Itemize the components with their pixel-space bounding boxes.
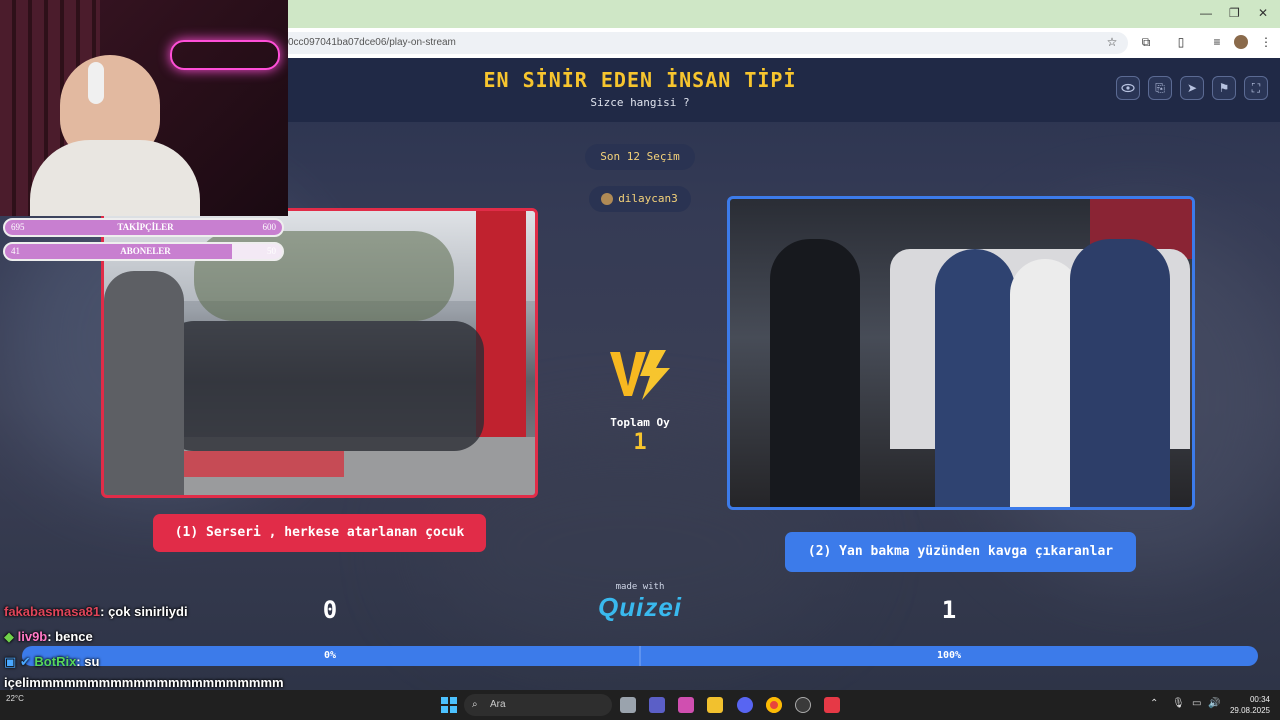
officer-3	[1070, 239, 1170, 507]
voter-pill: dilaycan3	[589, 186, 691, 212]
gem-badge-icon: ◆	[4, 629, 18, 644]
option-1-score: 0	[322, 596, 338, 624]
chat-text: : bence	[47, 629, 93, 644]
option-2-image[interactable]	[727, 196, 1195, 510]
minimize-button[interactable]: —	[1200, 6, 1212, 20]
media-control-icon[interactable]: ≡	[1209, 34, 1225, 50]
windows-start-icon[interactable]	[441, 697, 457, 713]
crowd	[164, 321, 484, 451]
eye-icon[interactable]	[1116, 76, 1140, 100]
person-backpack	[104, 271, 184, 495]
system-clock[interactable]: 00:34 29.08.2025	[1226, 694, 1270, 716]
restore-button[interactable]: ❐	[1229, 6, 1240, 20]
followers-goal: 600	[262, 222, 277, 232]
subscribers-goal-bar: 41 ABONELER 50	[3, 242, 284, 261]
voter-name: dilaycan3	[618, 192, 678, 205]
chat-text: : su	[76, 654, 100, 669]
red-pillar	[476, 211, 526, 471]
file-explorer-icon[interactable]	[707, 697, 723, 713]
option-1-caption[interactable]: (1) Serseri , herkese atarlanan çocuk	[153, 514, 486, 552]
headset-icon	[88, 62, 104, 104]
volume-icon[interactable]: 🔊	[1208, 698, 1220, 709]
made-with-label: made with	[615, 582, 665, 592]
chat-message: ▣ ✔ BotRix: su	[4, 654, 99, 670]
task-view-icon[interactable]	[620, 697, 636, 713]
taskbar: 22°C ⌕ Ara ⌃ 🎙 ▭ 🔊 00:34 29.08.2025	[0, 690, 1280, 720]
officer-2	[935, 249, 1015, 507]
app-icon[interactable]	[824, 697, 840, 713]
reading-mode-icon[interactable]: ▯	[1173, 34, 1189, 50]
address-bar[interactable]: 0cc097041ba07dce06/play-on-stream	[270, 32, 1128, 54]
chat-username: liv9b	[17, 629, 48, 644]
streamer-shirt	[30, 140, 200, 216]
fullscreen-icon[interactable]: ⛶	[1244, 76, 1268, 100]
clock-date: 29.08.2025	[1229, 706, 1270, 715]
stream-goals: 695 TAKİPÇİLER 600 41 ABONELER 50	[0, 218, 288, 264]
copilot-icon[interactable]	[678, 697, 694, 713]
vs-lightning-icon	[610, 350, 670, 400]
menu-kebab-icon[interactable]: ⋮	[1258, 34, 1274, 50]
option-2-percent: 100%	[936, 650, 962, 661]
vote-progress-bar: 0% 100%	[22, 646, 1258, 666]
chat-message: ◆ liv9b: bence	[4, 629, 93, 645]
option-2-score: 1	[941, 596, 957, 624]
weather-temp[interactable]: 22°C	[6, 694, 24, 703]
chat-text: : çok sinirliydi	[100, 604, 188, 619]
neon-sign	[170, 40, 280, 70]
discord-icon[interactable]	[737, 697, 753, 713]
chrome-icon[interactable]	[766, 697, 782, 713]
chat-text: içelimmmmmmmmmmmmmmmmmmmmmm	[4, 675, 284, 690]
quizei-logo[interactable]: Quizei	[585, 592, 695, 623]
send-icon[interactable]: ➤	[1180, 76, 1204, 100]
url-text: 0cc097041ba07dce06/play-on-stream	[288, 37, 456, 48]
taskbar-search[interactable]: ⌕ Ara	[464, 694, 612, 716]
obs-icon[interactable]	[795, 697, 811, 713]
option-2-caption[interactable]: (2) Yan bakma yüzünden kavga çıkaranlar	[785, 532, 1136, 572]
teams-icon[interactable]	[649, 697, 665, 713]
tray-chevron-icon[interactable]: ⌃	[1150, 698, 1158, 709]
subscribers-goal: 50	[267, 246, 276, 256]
officer-1	[770, 239, 860, 507]
flag-icon[interactable]: ⚑	[1212, 76, 1236, 100]
total-votes-label: Toplam Oy	[610, 416, 670, 429]
chat-message: fakabasmasa81: çok sinirliydi	[4, 604, 188, 619]
extensions-icon[interactable]: ⧉	[1138, 34, 1154, 50]
bookmark-star-icon[interactable]: ☆	[1104, 34, 1120, 50]
recent-votes-pill[interactable]: Son 12 Seçim	[585, 144, 695, 170]
progress-divider	[639, 646, 641, 666]
chat-username: fakabasmasa81	[4, 604, 101, 619]
search-icon: ⌕	[472, 699, 478, 710]
profile-avatar-icon[interactable]	[1234, 35, 1248, 49]
voter-avatar	[601, 193, 613, 205]
subscribers-label: ABONELER	[120, 246, 171, 256]
total-votes-value: 1	[633, 430, 647, 455]
clock-time: 00:34	[1249, 695, 1270, 704]
chat-username: BotRix	[34, 654, 77, 669]
bot-badge-icon: ▣ ✔	[4, 654, 35, 669]
chat-message: içelimmmmmmmmmmmmmmmmmmmmmm	[4, 675, 284, 690]
search-placeholder: Ara	[490, 699, 506, 710]
option-1-percent: 0%	[323, 650, 337, 661]
close-button[interactable]: ✕	[1258, 6, 1268, 20]
webcam-overlay	[0, 0, 288, 216]
followers-goal-bar: 695 TAKİPÇİLER 600	[3, 218, 284, 237]
microphone-icon[interactable]: 🎙	[1172, 698, 1185, 709]
network-icon[interactable]: ▭	[1192, 698, 1201, 709]
followers-label: TAKİPÇİLER	[117, 222, 174, 232]
share-icon[interactable]: ⎘	[1148, 76, 1172, 100]
